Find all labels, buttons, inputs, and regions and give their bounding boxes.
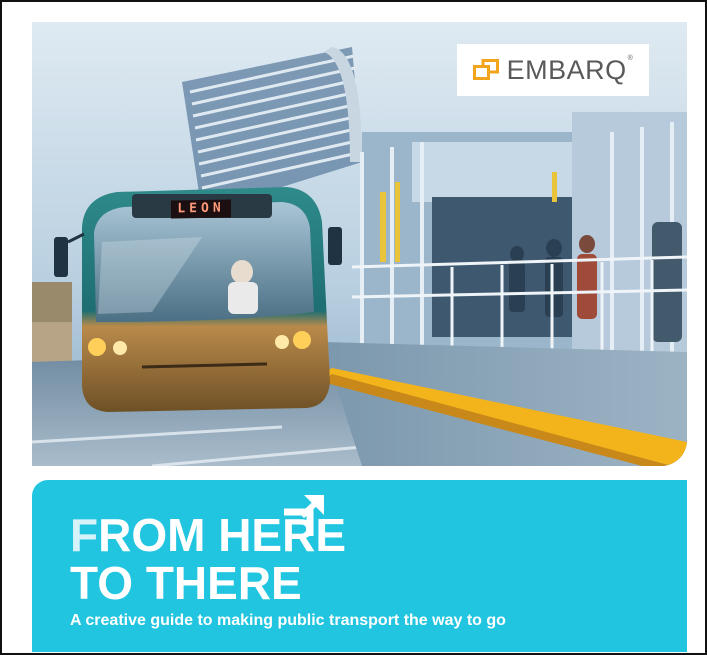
arrow-up-right-icon: [284, 494, 325, 536]
bus-destination-sign: LEON: [171, 199, 231, 219]
brochure-cover: LEON EMBARQ® FROM HERE TO THERE A creati…: [0, 0, 707, 655]
subtitle: A creative guide to making public transp…: [70, 612, 506, 629]
bus: [54, 187, 342, 412]
title-initial: F: [70, 509, 99, 561]
cover-photo: LEON EMBARQ®: [32, 22, 687, 466]
trademark-symbol: ®: [627, 54, 634, 62]
embarq-wordmark: EMBARQ®: [507, 55, 634, 86]
title-panel: FROM HERE TO THERE A creative guide to m…: [32, 480, 687, 652]
title-line-2: TO THERE: [70, 557, 302, 609]
station-building: [351, 112, 687, 372]
brand-name: EMBARQ: [506, 54, 627, 85]
embarq-mark-icon: [472, 59, 499, 80]
embarq-logo: EMBARQ®: [457, 44, 649, 96]
